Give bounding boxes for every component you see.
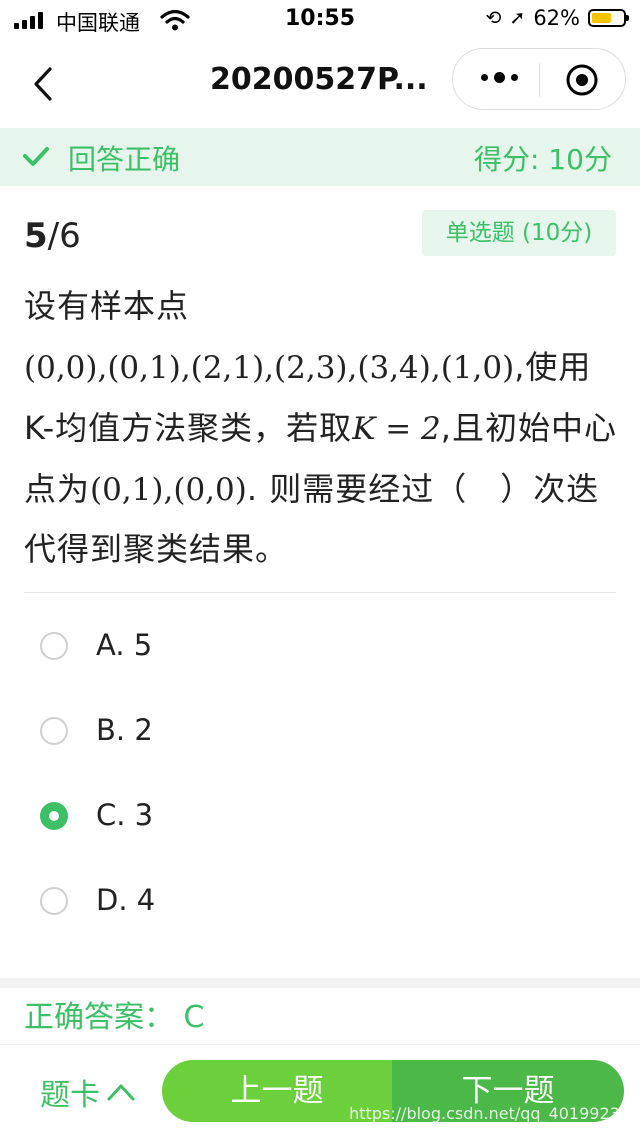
battery-level xyxy=(592,13,611,23)
question-current: 5 xyxy=(24,216,48,256)
status-bar: 中国联通 10:55 ⟲ ➚ 62% xyxy=(0,0,640,40)
initial-centers: (0,1),(0,0) xyxy=(90,471,247,508)
radio-button[interactable] xyxy=(40,887,68,915)
more-dots-icon[interactable] xyxy=(481,72,518,83)
option-label: A. 5 xyxy=(96,628,153,662)
divider xyxy=(24,592,616,593)
radio-button[interactable] xyxy=(40,802,68,830)
option-c[interactable]: C. 3 xyxy=(40,790,600,850)
chevron-left-icon[interactable] xyxy=(30,66,60,102)
rotation-lock-icon: ⟲ xyxy=(485,7,502,29)
sample-points: (0,0),(0,1),(2,1),(2,3),(3,4),(1,0) xyxy=(24,349,515,386)
correct-answer: 正确答案： C xyxy=(24,1000,205,1035)
check-icon xyxy=(23,147,49,166)
mini-program-capsule xyxy=(452,48,626,110)
chevron-up-icon xyxy=(107,1084,135,1101)
radio-button[interactable] xyxy=(40,717,68,745)
option-label: C. 3 xyxy=(96,798,154,832)
section-divider xyxy=(0,978,640,988)
page-title: 20200527P... xyxy=(210,62,428,97)
question-progress: 5/6 xyxy=(24,216,81,256)
score-label: 得分: 10分 xyxy=(474,143,612,176)
option-b[interactable]: B. 2 xyxy=(40,705,600,765)
option-a[interactable]: A. 5 xyxy=(40,620,600,680)
target-circle-icon[interactable] xyxy=(565,63,599,97)
option-label: B. 2 xyxy=(96,713,153,747)
question-type-badge: 单选题 (10分) xyxy=(422,210,616,256)
question-total: /6 xyxy=(47,216,81,256)
radio-button[interactable] xyxy=(40,632,68,660)
option-d[interactable]: D. 4 xyxy=(40,875,600,935)
divider xyxy=(0,1044,640,1045)
question-card-label: 题卡 xyxy=(40,1078,100,1113)
question-card-toggle[interactable]: 题卡 xyxy=(40,1070,136,1114)
k-expression: K = 2 xyxy=(352,410,441,447)
watermark: https://blog.csdn.net/qq_40199232 xyxy=(349,1104,630,1123)
location-arrow-icon: ➚ xyxy=(509,7,526,29)
battery-percent: 62% xyxy=(533,6,580,30)
nav-bar: 20200527P... xyxy=(0,40,640,128)
capsule-divider xyxy=(539,63,540,97)
result-banner: 回答正确 得分: 10分 xyxy=(0,128,640,186)
question-text-part: 设有样本点 xyxy=(24,287,190,325)
question-text: 设有样本点 (0,0),(0,1),(2,1),(2,3),(3,4),(1,0… xyxy=(24,276,620,580)
option-label: D. 4 xyxy=(96,883,156,917)
result-status: 回答正确 xyxy=(68,143,181,176)
battery-icon xyxy=(588,9,629,27)
